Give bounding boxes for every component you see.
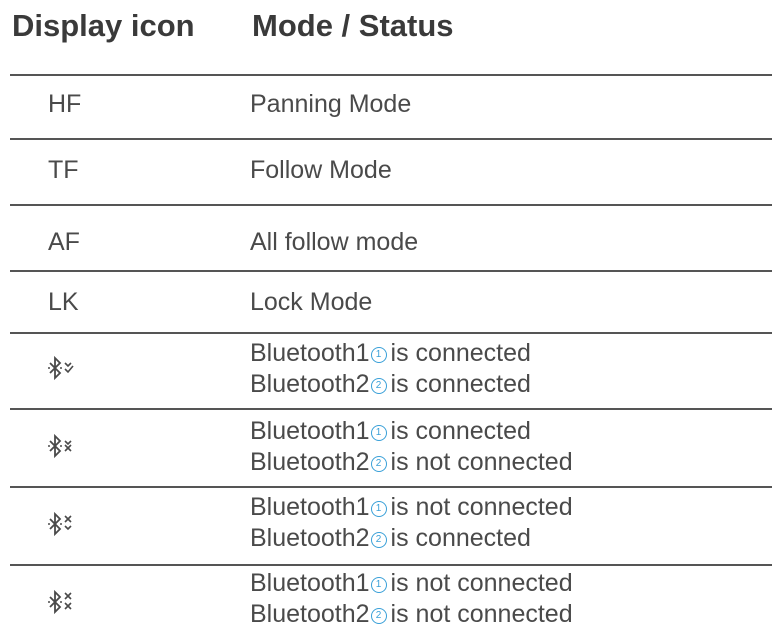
bluetooth-status: Bluetooth1 1 is connected Bluetooth2 2 is co…	[250, 338, 531, 400]
table-row: HF Panning Mode	[0, 74, 772, 136]
badge-one: 1	[370, 501, 387, 518]
table-row: Bluetooth1 1 is not connected Bluetooth2 2 i…	[0, 486, 772, 564]
table-header: Display icon Mode / Status	[0, 0, 772, 74]
bluetooth-two-connected-icon	[48, 511, 72, 537]
badge-one: 1	[370, 577, 387, 594]
status-line: Bluetooth2 2 is not connected	[250, 600, 573, 628]
mode-status: Follow Mode	[250, 156, 392, 184]
status-line: Bluetooth2 2 is connected	[250, 524, 531, 552]
badge-two: 2	[370, 378, 387, 395]
status-line: Bluetooth1 1 is connected	[250, 339, 531, 367]
status-line: Bluetooth2 2 is connected	[250, 370, 531, 398]
bluetooth-status: Bluetooth1 1 is not connected Bluetooth2 2 i…	[250, 568, 573, 630]
badge-two: 2	[370, 532, 387, 549]
bluetooth-status: Bluetooth1 1 is connected Bluetooth2 2 is no…	[250, 416, 573, 478]
status-line: Bluetooth2 2 is not connected	[250, 448, 573, 476]
bluetooth-one-connected-icon	[48, 433, 72, 459]
mode-code: HF	[48, 90, 82, 118]
mode-status: All follow mode	[250, 228, 419, 256]
badge-two: 2	[370, 608, 387, 625]
mode-code: AF	[48, 228, 80, 256]
header-mode-status: Mode / Status	[252, 8, 454, 43]
bluetooth-none-connected-icon	[48, 589, 72, 615]
bluetooth-status: Bluetooth1 1 is not connected Bluetooth2 2 i…	[250, 492, 573, 554]
badge-one: 1	[370, 347, 387, 364]
header-display-icon: Display icon	[12, 8, 195, 43]
bluetooth-both-connected-icon	[48, 355, 74, 381]
status-line: Bluetooth1 1 is not connected	[250, 493, 573, 521]
badge-two: 2	[370, 456, 387, 473]
table-row: Bluetooth1 1 is connected Bluetooth2 2 is co…	[0, 332, 772, 408]
table-row: Bluetooth1 1 is not connected Bluetooth2 2 i…	[0, 564, 772, 639]
status-line: Bluetooth1 1 is connected	[250, 417, 531, 445]
mode-code: TF	[48, 156, 79, 184]
table-row: Bluetooth1 1 is connected Bluetooth2 2 is no…	[0, 408, 772, 486]
table-row: AF All follow mode	[0, 204, 772, 270]
mode-status: Lock Mode	[250, 288, 373, 316]
table-row: TF Follow Mode	[0, 138, 772, 204]
status-line: Bluetooth1 1 is not connected	[250, 569, 573, 597]
badge-one: 1	[370, 425, 387, 442]
mode-status-table: Display icon Mode / Status HF Panning Mo…	[0, 0, 772, 639]
mode-code: LK	[48, 288, 79, 316]
table-row: LK Lock Mode	[0, 270, 772, 332]
mode-status: Panning Mode	[250, 90, 412, 118]
